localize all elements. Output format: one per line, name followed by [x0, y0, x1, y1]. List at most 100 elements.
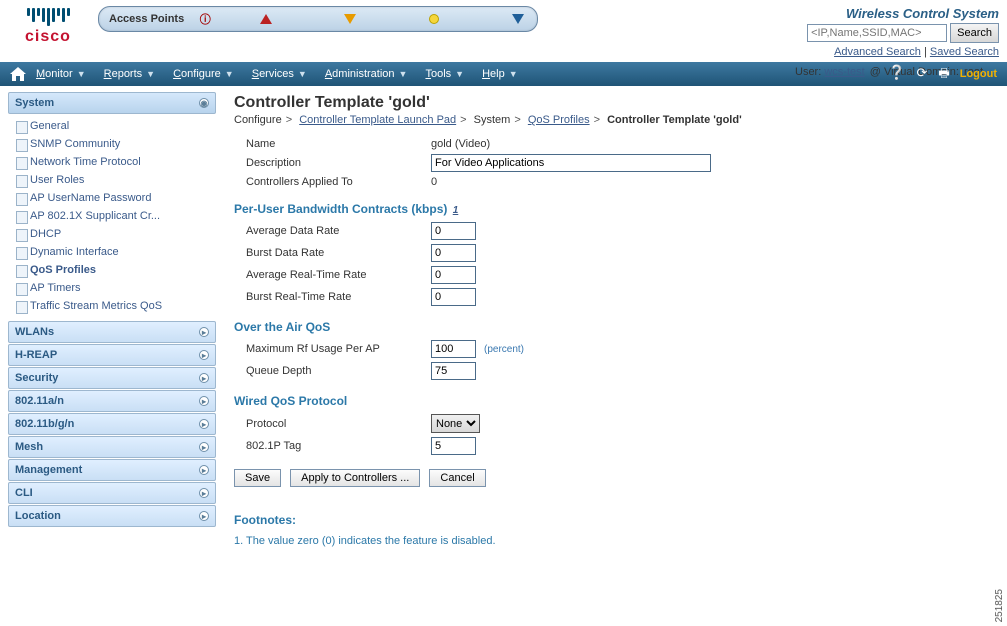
- max-rf-label: Maximum Rf Usage Per AP: [246, 343, 431, 355]
- nav-item-tsm-qos[interactable]: Traffic Stream Metrics QoS: [8, 297, 216, 315]
- burst-data-input[interactable]: [431, 244, 476, 262]
- nav-section-location[interactable]: Location▸: [8, 505, 216, 527]
- section-ota: Over the Air QoS: [234, 320, 987, 334]
- burst-rt-label: Burst Real-Time Rate: [246, 291, 431, 303]
- collapse-icon: ◉: [199, 98, 209, 108]
- menu-tools[interactable]: Tools▼: [425, 68, 464, 80]
- expand-icon: ▸: [199, 419, 209, 429]
- menu-help[interactable]: Help▼: [482, 68, 518, 80]
- percent-label: (percent): [484, 344, 524, 355]
- minor-icon[interactable]: [425, 10, 443, 28]
- app-title: Wireless Control System: [795, 6, 999, 21]
- nav-item-user-roles[interactable]: User Roles: [8, 171, 216, 189]
- description-label: Description: [246, 157, 431, 169]
- nav-section-hreap[interactable]: H-REAP▸: [8, 344, 216, 366]
- footnote-link-1[interactable]: 1: [453, 205, 459, 216]
- nav-section-wlans[interactable]: WLANs▸: [8, 321, 216, 343]
- breadcrumb-qos[interactable]: QoS Profiles: [528, 114, 590, 126]
- breadcrumb-configure: Configure: [234, 114, 282, 126]
- expand-icon: ▸: [199, 350, 209, 360]
- nav-item-dynamic-if[interactable]: Dynamic Interface: [8, 243, 216, 261]
- applied-value: 0: [431, 176, 437, 188]
- queue-input[interactable]: [431, 362, 476, 380]
- help-icon[interactable]: ❔: [888, 64, 905, 80]
- tag-input[interactable]: [431, 437, 476, 455]
- nav-item-qos-profiles[interactable]: QoS Profiles: [8, 261, 216, 279]
- expand-icon: ▸: [199, 442, 209, 452]
- cisco-logo-text: cisco: [8, 28, 88, 46]
- nav-item-ap-8021x[interactable]: AP 802.1X Supplicant Cr...: [8, 207, 216, 225]
- expand-icon: ▸: [199, 488, 209, 498]
- section-wired: Wired QoS Protocol: [234, 394, 987, 408]
- nav-section-mesh[interactable]: Mesh▸: [8, 436, 216, 458]
- search-input[interactable]: [807, 24, 947, 42]
- header: cisco Access Points ⓘ Wireless Control S…: [0, 0, 1007, 62]
- max-rf-input[interactable]: [431, 340, 476, 358]
- saved-search-link[interactable]: Saved Search: [930, 46, 999, 58]
- page-title: Controller Template 'gold': [234, 94, 987, 112]
- protocol-label: Protocol: [246, 418, 431, 430]
- home-icon[interactable]: [10, 67, 26, 81]
- nav-section-system-items: General SNMP Community Network Time Prot…: [8, 115, 216, 321]
- info-icon[interactable]: ⓘ: [196, 10, 214, 28]
- menu-configure[interactable]: Configure▼: [173, 68, 234, 80]
- section-peruser: Per-User Bandwidth Contracts (kbps) 1: [234, 202, 987, 216]
- nav-item-general[interactable]: General: [8, 117, 216, 135]
- nav-item-snmp[interactable]: SNMP Community: [8, 135, 216, 153]
- nav-item-dhcp[interactable]: DHCP: [8, 225, 216, 243]
- avg-data-input[interactable]: [431, 222, 476, 240]
- avg-rt-input[interactable]: [431, 266, 476, 284]
- menu-administration[interactable]: Administration▼: [325, 68, 408, 80]
- name-value: gold (Video): [431, 138, 490, 150]
- nav-section-cli[interactable]: CLI▸: [8, 482, 216, 504]
- expand-icon: ▸: [199, 396, 209, 406]
- quick-nav-bar[interactable]: Access Points ⓘ: [98, 6, 538, 32]
- cisco-logo-bars: [8, 8, 88, 26]
- description-input[interactable]: [431, 154, 711, 172]
- document-number: 251825: [994, 589, 1005, 622]
- nav-section-system[interactable]: System ◉: [8, 92, 216, 114]
- nav-item-ap-username[interactable]: AP UserName Password: [8, 189, 216, 207]
- main-content: Controller Template 'gold' Configure> Co…: [216, 86, 1007, 567]
- search-button[interactable]: Search: [950, 23, 999, 43]
- applied-label: Controllers Applied To: [246, 176, 431, 188]
- nav-item-ntp[interactable]: Network Time Protocol: [8, 153, 216, 171]
- nav-section-80211an[interactable]: 802.11a/n▸: [8, 390, 216, 412]
- user-prefix: User:: [795, 66, 821, 78]
- menu-reports[interactable]: Reports▼: [104, 68, 155, 80]
- expand-icon: ▸: [199, 327, 209, 337]
- protocol-select[interactable]: None: [431, 414, 480, 433]
- save-button[interactable]: Save: [234, 469, 281, 487]
- button-row: Save Apply to Controllers ... Cancel: [234, 469, 987, 487]
- cisco-logo: cisco: [8, 4, 88, 46]
- nav-section-system-label: System: [15, 97, 54, 109]
- menu-monitor[interactable]: Monitor▼: [36, 68, 86, 80]
- advanced-search-link[interactable]: Advanced Search: [834, 46, 921, 58]
- nav-section-management[interactable]: Management▸: [8, 459, 216, 481]
- critical-icon[interactable]: [257, 10, 275, 28]
- warning-icon[interactable]: [509, 10, 527, 28]
- cancel-button[interactable]: Cancel: [429, 469, 485, 487]
- user-name-link[interactable]: wcs-test: [824, 66, 864, 78]
- nav-section-80211bgn[interactable]: 802.11b/g/n▸: [8, 413, 216, 435]
- nav-item-ap-timers[interactable]: AP Timers: [8, 279, 216, 297]
- breadcrumb-system: System: [474, 114, 511, 126]
- burst-data-label: Burst Data Rate: [246, 247, 431, 259]
- footnotes-title: Footnotes:: [234, 513, 987, 527]
- print-icon[interactable]: 🖶: [938, 66, 949, 80]
- avg-rt-label: Average Real-Time Rate: [246, 269, 431, 281]
- breadcrumb-current: Controller Template 'gold': [607, 114, 742, 126]
- avg-data-label: Average Data Rate: [246, 225, 431, 237]
- nav-section-security[interactable]: Security▸: [8, 367, 216, 389]
- burst-rt-input[interactable]: [431, 288, 476, 306]
- logout-link[interactable]: Logout: [960, 68, 997, 80]
- tag-label: 802.1P Tag: [246, 440, 431, 452]
- refresh-icon[interactable]: ⟳: [916, 65, 927, 80]
- breadcrumb: Configure> Controller Template Launch Pa…: [234, 114, 987, 126]
- breadcrumb-launch[interactable]: Controller Template Launch Pad: [299, 114, 456, 126]
- apply-button[interactable]: Apply to Controllers ...: [290, 469, 420, 487]
- major-icon[interactable]: [341, 10, 359, 28]
- expand-icon: ▸: [199, 511, 209, 521]
- sidebar: System ◉ General SNMP Community Network …: [0, 86, 216, 567]
- menu-services[interactable]: Services▼: [252, 68, 307, 80]
